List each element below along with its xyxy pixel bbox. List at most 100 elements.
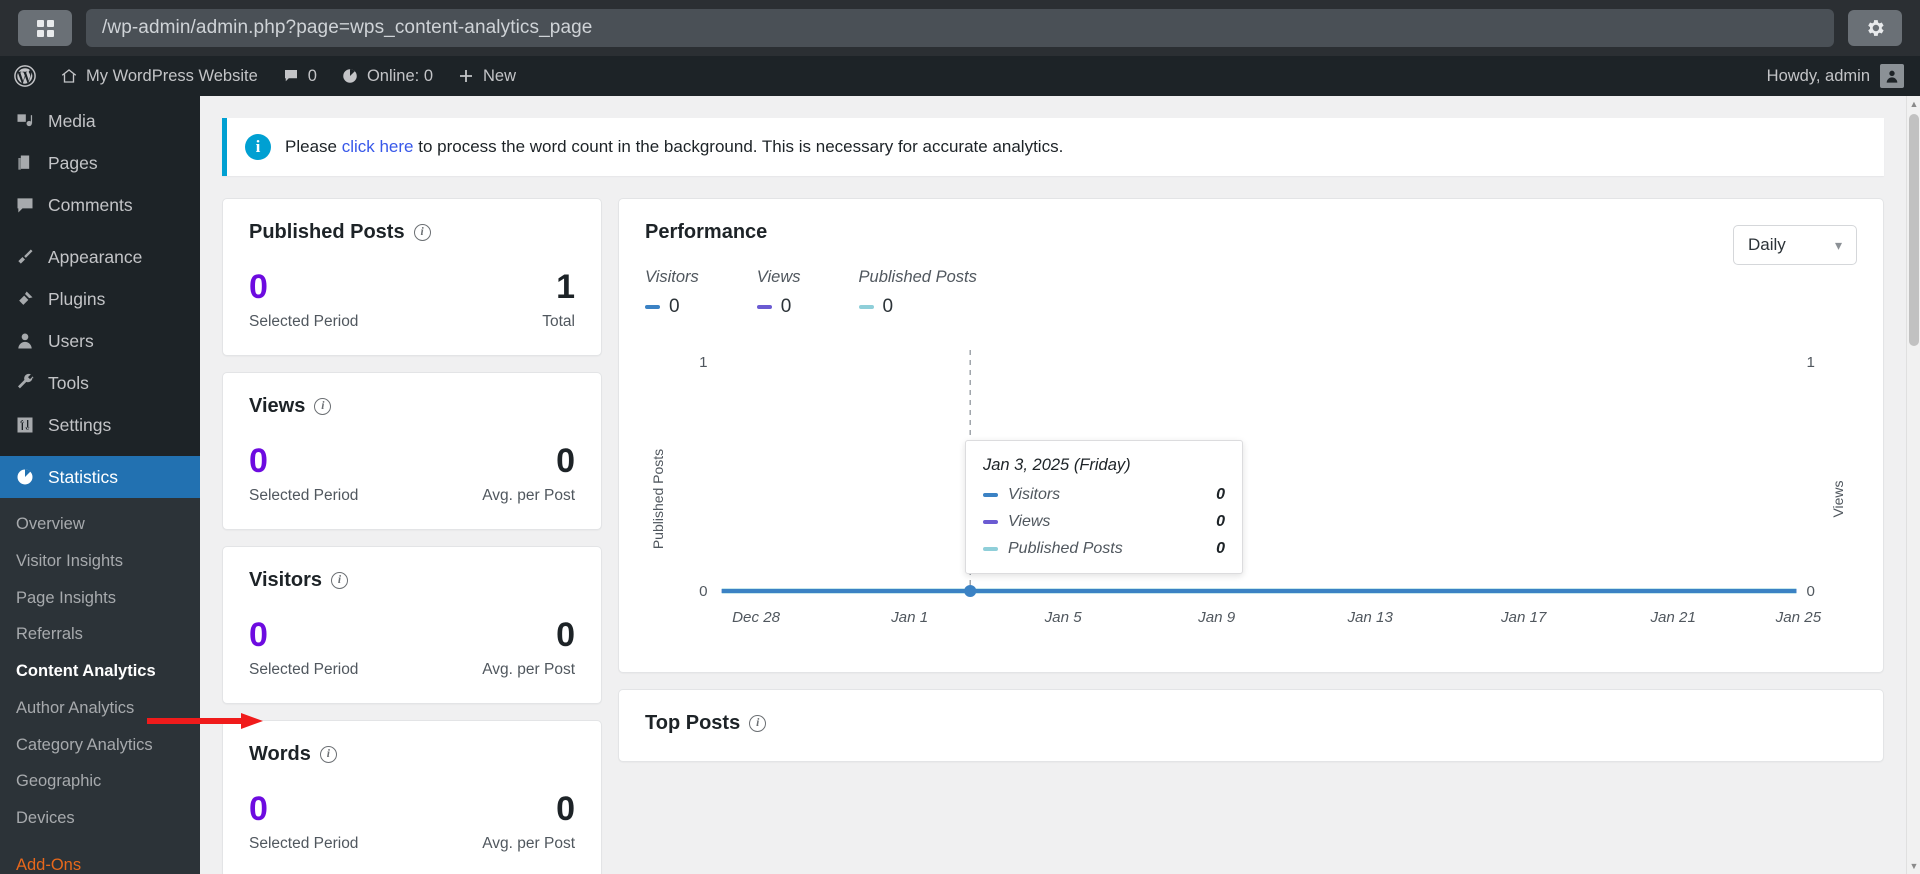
sidebar-item-geographic[interactable]: Geographic: [0, 763, 200, 800]
browser-toolbar: /wp-admin/admin.php?page=wps_content-ana…: [0, 0, 1920, 56]
online-users-menu[interactable]: Online: 0: [329, 56, 445, 96]
sidebar-item-add-ons[interactable]: Add-Ons: [0, 847, 200, 874]
stat-row: 0 Selected Period 0 Avg. per Post: [249, 618, 575, 679]
sidebar-item-page-insights[interactable]: Page Insights: [0, 580, 200, 617]
submenu-label: Author Analytics: [16, 698, 135, 717]
sidebar-label: Users: [48, 330, 94, 351]
submenu-label: Category Analytics: [16, 735, 153, 754]
card-title-label: Published Posts: [249, 221, 405, 243]
submenu-label: Content Analytics: [16, 662, 156, 680]
comments-menu[interactable]: 0: [270, 56, 329, 96]
sidebar-label: Tools: [48, 372, 89, 393]
click-here-link[interactable]: click here: [342, 137, 414, 156]
info-circle-icon[interactable]: i: [413, 224, 431, 241]
new-content-menu[interactable]: New: [445, 56, 528, 96]
avatar: [1880, 64, 1904, 88]
sidebar-item-content-analytics[interactable]: Content Analytics: [0, 653, 200, 690]
sidebar-item-category-analytics[interactable]: Category Analytics: [0, 727, 200, 764]
y-tick-left-bottom: 0: [699, 583, 707, 600]
y-axis-right-label: Views: [1830, 480, 1846, 517]
pages-icon: [14, 152, 36, 174]
stat-secondary: 0 Avg. per Post: [482, 444, 575, 505]
sidebar-item-statistics[interactable]: Statistics: [0, 456, 200, 498]
card-title: Visitors i: [249, 569, 575, 592]
stat-value: 1: [556, 268, 575, 306]
sidebar-label: Settings: [48, 414, 112, 435]
comment-bubble-icon: [284, 70, 297, 82]
sidebar-item-comments[interactable]: Comments: [0, 184, 200, 226]
statistics-pie-icon: [14, 466, 36, 488]
legend-color-swatch: [756, 305, 772, 309]
sidebar-item-tools[interactable]: Tools: [0, 362, 200, 404]
sidebar-item-appearance[interactable]: Appearance: [0, 236, 200, 278]
sidebar-item-referrals[interactable]: Referrals: [0, 616, 200, 653]
legend-value: 0: [669, 296, 680, 317]
stat-label: Selected Period: [249, 487, 359, 504]
tooltip-color-swatch: [983, 520, 998, 524]
x-tick-label: Jan 21: [1649, 609, 1695, 626]
sidebar-label: Media: [48, 110, 96, 131]
submenu-label: Geographic: [16, 772, 102, 791]
stat-label: Avg. per Post: [482, 661, 575, 678]
x-tick-label: Dec 28: [732, 609, 781, 626]
url-text: /wp-admin/admin.php?page=wps_content-ana…: [102, 17, 593, 38]
gear-icon: [1868, 20, 1884, 36]
scrollbar-thumb[interactable]: [1909, 114, 1919, 346]
stat-primary: 0 Selected Period: [249, 270, 358, 331]
sidebar-item-plugins[interactable]: Plugins: [0, 278, 200, 320]
stat-primary: 0 Selected Period: [249, 618, 358, 679]
submenu-label: Page Insights: [16, 588, 116, 607]
apps-grid-icon[interactable]: [18, 10, 72, 46]
info-circle-icon[interactable]: i: [331, 572, 348, 589]
sidebar-item-overview[interactable]: Overview: [0, 506, 200, 543]
scroll-up-arrow[interactable]: ▲: [1907, 96, 1920, 112]
scroll-down-arrow[interactable]: ▼: [1907, 858, 1920, 874]
stat-label: Selected Period: [249, 661, 359, 678]
settings-gear-button[interactable]: [1848, 10, 1902, 46]
chart-tooltip: Jan 3, 2025 (Friday) Visitors 0 Views 0: [965, 440, 1243, 574]
appearance-brush-icon: [14, 246, 36, 268]
legend-item-visitors[interactable]: Visitors 0: [645, 268, 699, 318]
x-tick-label: Jan 9: [1197, 609, 1236, 626]
stat-secondary: 0 Avg. per Post: [482, 792, 575, 853]
info-circle-icon[interactable]: i: [749, 715, 767, 732]
chart-svg: Published Posts Views 1 0 1 0 Dec 28 Jan…: [650, 350, 1846, 626]
info-circle-icon[interactable]: i: [314, 398, 332, 415]
stat-row: 0 Selected Period 0 Avg. per Post: [249, 792, 575, 853]
page-scrollbar[interactable]: ▲ ▼: [1906, 96, 1920, 874]
notice-text-before: Please: [285, 137, 342, 156]
sidebar-item-settings[interactable]: Settings: [0, 404, 200, 446]
interval-select-value: Daily: [1748, 235, 1786, 254]
sidebar-item-author-analytics[interactable]: Author Analytics: [0, 690, 200, 727]
stat-primary: 0 Selected Period: [249, 792, 358, 853]
performance-header-left: Performance Visitors 0 Views 0 Published…: [645, 221, 977, 318]
info-circle-icon[interactable]: i: [319, 746, 337, 763]
admin-sidebar: Media Pages Comments Appearance Plugins …: [0, 96, 200, 874]
top-posts-card: Top Posts i: [618, 689, 1884, 762]
tooltip-series-name: Views: [1008, 513, 1051, 530]
sidebar-item-media[interactable]: Media: [0, 100, 200, 142]
wordpress-logo-menu[interactable]: [0, 56, 48, 96]
sidebar-label: Statistics: [48, 466, 119, 487]
account-menu[interactable]: Howdy, admin: [1767, 64, 1920, 88]
sidebar-item-devices[interactable]: Devices: [0, 800, 200, 837]
sidebar-item-visitor-insights[interactable]: Visitor Insights: [0, 543, 200, 580]
sidebar-item-pages[interactable]: Pages: [0, 142, 200, 184]
legend-item-views[interactable]: Views 0: [756, 268, 801, 318]
submenu-label: Devices: [16, 809, 75, 827]
card-title: Top Posts i: [645, 712, 1857, 735]
tooltip-row-published-posts: Published Posts 0: [983, 540, 1225, 558]
interval-select[interactable]: Daily ▾: [1733, 225, 1857, 265]
stat-label: Avg. per Post: [482, 835, 575, 852]
url-input[interactable]: /wp-admin/admin.php?page=wps_content-ana…: [86, 9, 1834, 47]
card-title-label: Views: [249, 395, 306, 417]
stat-card-words: Words i 0 Selected Period 0 Avg. per Pos…: [222, 720, 602, 874]
legend-color-swatch: [645, 305, 660, 309]
legend-item-published-posts[interactable]: Published Posts 0: [858, 268, 977, 318]
site-name-menu[interactable]: My WordPress Website: [48, 56, 270, 96]
sidebar-main-menu: Media Pages Comments Appearance Plugins …: [0, 96, 200, 874]
card-title: Published Posts i: [249, 221, 575, 244]
plus-icon: [460, 70, 473, 82]
sidebar-item-users[interactable]: Users: [0, 320, 200, 362]
y-tick-right-top: 1: [1807, 354, 1815, 371]
